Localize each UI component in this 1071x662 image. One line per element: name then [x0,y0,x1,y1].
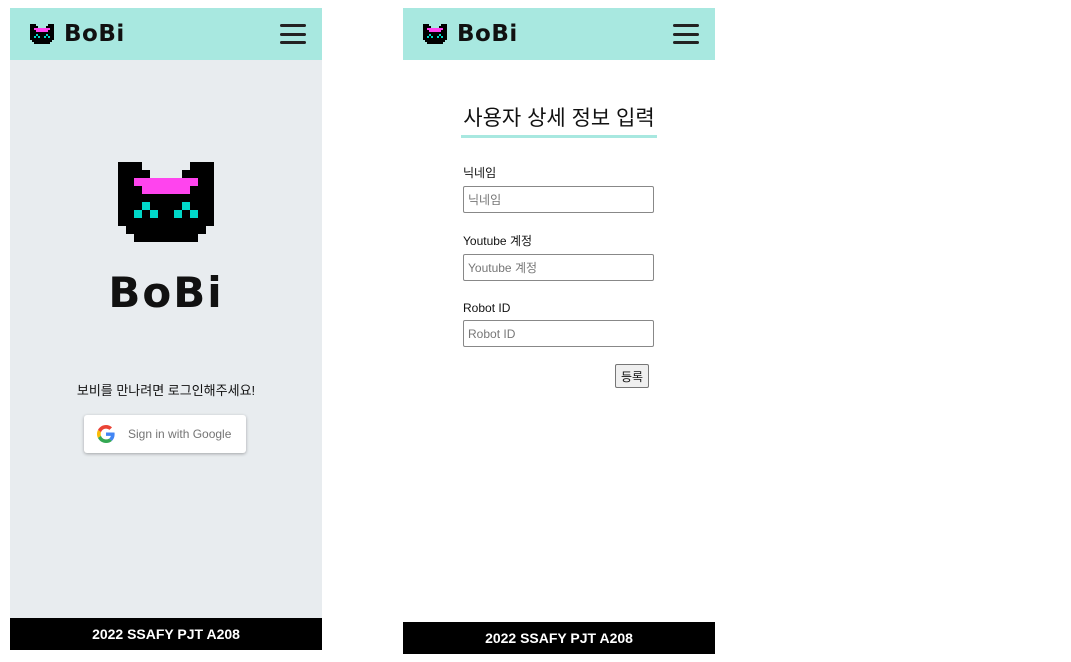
register-button[interactable]: 등록 [615,364,650,388]
login-screen: BoBi BoBi 보비를 만나려면 로그인해주세요! Sign in with… [10,8,322,650]
footer-text: 2022 SSAFY PJT A208 [485,630,633,646]
app-header: BoBi [403,8,715,60]
google-sign-in-button[interactable]: Sign in with Google [84,415,246,453]
robot-id-input[interactable] [463,320,654,347]
robot-id-label: Robot ID [463,301,511,315]
login-prompt: 보비를 만나려면 로그인해주세요! [76,383,256,398]
nickname-label: 닉네임 [463,166,497,180]
app-header: BoBi [10,8,322,60]
login-main: BoBi 보비를 만나려면 로그인해주세요! Sign in with Goog… [10,60,322,618]
google-g-icon [84,425,128,443]
pixel-bear-logo-icon [30,24,54,44]
youtube-field: Youtube 계정 [463,232,654,281]
nickname-field: 닉네임 [463,164,654,213]
robot-id-field: Robot ID [463,301,654,347]
google-sign-in-label: Sign in with Google [128,427,232,441]
pixel-bear-logo-icon [423,24,447,44]
footer: 2022 SSAFY PJT A208 [10,618,322,650]
footer-text: 2022 SSAFY PJT A208 [92,626,240,642]
hamburger-menu-icon[interactable] [673,24,699,44]
hero-bear-logo-icon [118,162,214,242]
nickname-input[interactable] [463,186,654,213]
youtube-label: Youtube 계정 [463,234,533,248]
hero-title: BoBi [108,268,224,317]
brand[interactable]: BoBi [30,21,125,47]
hamburger-menu-icon[interactable] [280,24,306,44]
brand[interactable]: BoBi [423,21,518,47]
brand-name: BoBi [64,21,125,47]
brand-name: BoBi [457,21,518,47]
footer: 2022 SSAFY PJT A208 [403,622,715,654]
form-title: 사용자 상세 정보 입력 [461,102,657,138]
register-screen: BoBi 사용자 상세 정보 입력 닉네임 Youtube 계정 Robot I… [403,8,715,654]
register-main: 사용자 상세 정보 입력 닉네임 Youtube 계정 Robot ID 등록 [403,60,715,622]
youtube-input[interactable] [463,254,654,281]
